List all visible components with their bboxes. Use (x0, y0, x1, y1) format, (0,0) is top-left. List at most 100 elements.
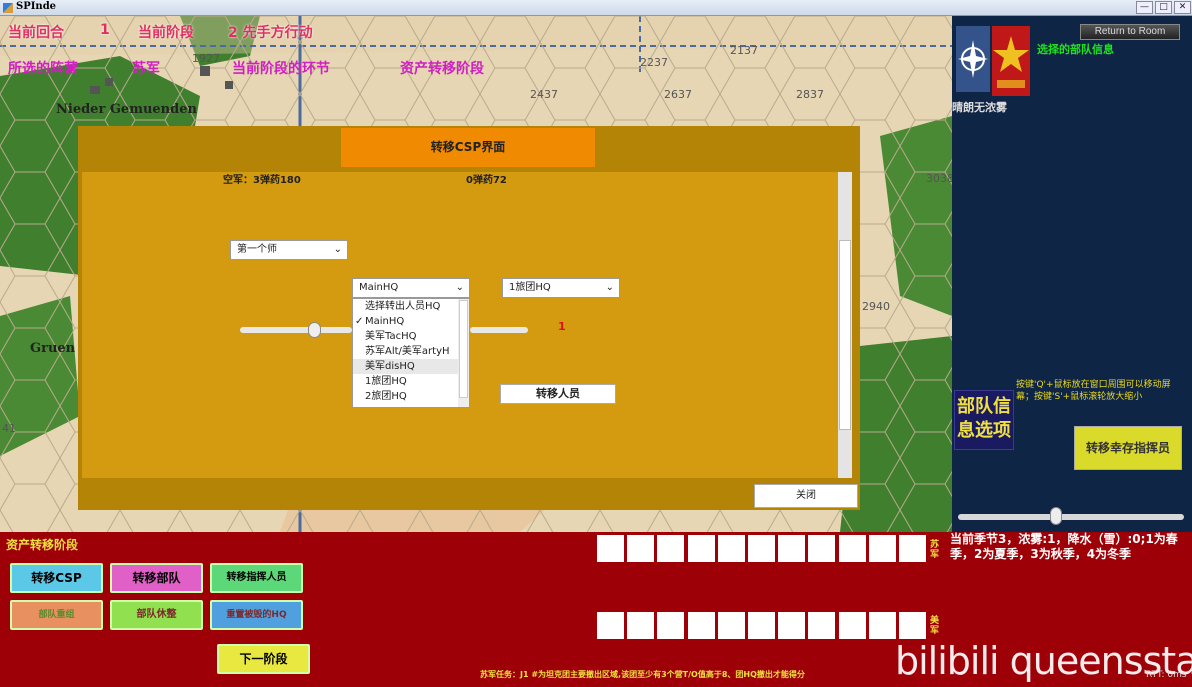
unit-slot[interactable] (838, 535, 866, 562)
csp-slider-track[interactable] (240, 327, 352, 333)
place-label: Nieder Gemuenden (56, 102, 197, 117)
hex-number: 41 (2, 422, 16, 435)
dialog-title: 转移CSP界面 (341, 128, 595, 167)
mission-info: 苏军任务：J1 #为坦克团主要撤出区域,该团至少有3个营T/O值高于8、团HQ撤… (480, 670, 805, 679)
unit-slot[interactable] (778, 535, 806, 562)
chevron-down-icon: ⌄ (455, 282, 464, 293)
current-phase-label: 当前阶段 (138, 25, 194, 41)
current-step-value: 资产转移阶段 (400, 61, 484, 77)
next-phase-button[interactable]: 下一阶段 (217, 644, 310, 674)
reset-destroyed-hq-button[interactable]: 重置被毁的HQ (210, 600, 303, 630)
unit-slot[interactable] (627, 612, 655, 639)
transfer-commander-button[interactable]: 转移幸存指挥员 (1074, 426, 1182, 470)
controls-hint: 按键'Q'+鼠标放在窗口周围可以移动屏幕；按键'S'+鼠标滚轮放大缩小 (1016, 380, 1171, 402)
unit-slot[interactable] (838, 612, 866, 639)
selected-side-label: 所选的阵营 (8, 61, 78, 77)
season-info: 当前季节3，浓雾:1，降水（雪）:0;1为春季，2为夏季，3为秋季，4为冬季 (950, 532, 1178, 561)
unit-options-button[interactable]: 部队信息选项 (954, 390, 1014, 450)
zoom-slider-track[interactable] (958, 514, 1184, 520)
us-side-label: 美军 (930, 616, 940, 636)
window-titlebar: SPInde — □ ✕ (0, 0, 1192, 16)
soviet-side-label: 苏军 (930, 540, 940, 560)
hex-number: 3038 (926, 172, 952, 185)
unit-slot[interactable] (717, 612, 745, 639)
hex-number: 2137 (730, 44, 758, 57)
hex-number: 2437 (530, 88, 558, 101)
transfer-commanders-button[interactable]: 转移指挥人员 (210, 563, 303, 593)
hex-number: 1927 (192, 52, 220, 65)
transfer-csp-dialog: 转移CSP界面 空军：3弹药180 0弹药72 第一个师 ⌄ MainHQ ⌄ … (78, 126, 860, 510)
unit-slot[interactable] (597, 535, 624, 562)
transfer-personnel-button[interactable]: 转移人员 (500, 384, 616, 404)
dropdown-option-selected[interactable]: MainHQ (353, 314, 469, 329)
weather-status: 晴朗无浓雾 (952, 101, 1007, 114)
dropdown-option[interactable]: 1旅团HQ (353, 374, 469, 389)
hex-number: 2237 (640, 56, 668, 69)
dropdown-option[interactable]: 美军TacHQ (353, 329, 469, 344)
dropdown-option[interactable]: 美军disHQ (353, 359, 469, 374)
unit-slot[interactable] (657, 612, 685, 639)
hex-number: 2940 (862, 300, 890, 313)
unit-slot[interactable] (778, 612, 806, 639)
place-label: Gruen (30, 341, 76, 356)
transfer-csp-button[interactable]: 转移CSP (10, 563, 103, 593)
close-dialog-button[interactable]: 关闭 (754, 484, 858, 508)
window-title: SPInde (16, 1, 57, 12)
unit-slot[interactable] (808, 612, 836, 639)
dropdown-scrollbar[interactable] (458, 299, 469, 407)
csp-slider-handle[interactable] (308, 322, 321, 338)
warsaw-pact-star-icon (992, 26, 1030, 96)
nato-emblem-icon (956, 26, 990, 92)
source-hq-dropdown[interactable]: MainHQ ⌄ (352, 278, 470, 298)
target-hq-dropdown-value: 1旅团HQ (509, 282, 551, 293)
dropdown-option[interactable]: 2旅团HQ (353, 389, 469, 404)
csp-slider-value: 1 (558, 320, 566, 333)
current-turn-value: 1 (100, 22, 110, 38)
phase-label: 资产转移阶段 (6, 538, 79, 552)
current-step-label: 当前阶段的环节 (232, 61, 330, 77)
dropdown-option[interactable]: 选择转出人员HQ (353, 299, 469, 314)
csp-slider-track-right[interactable] (470, 327, 528, 333)
division-dropdown[interactable]: 第一个师 ⌄ (230, 240, 348, 260)
dialog-scroll-thumb[interactable] (839, 240, 851, 430)
target-hq-dropdown[interactable]: 1旅团HQ ⌄ (502, 278, 620, 298)
unit-slot[interactable] (748, 612, 775, 639)
dialog-scrollbar[interactable] (838, 172, 852, 478)
zoom-slider-handle[interactable] (1050, 507, 1063, 525)
unit-slot[interactable] (748, 535, 775, 562)
reorganize-units-button[interactable]: 部队重组 (10, 600, 103, 630)
unit-slot[interactable] (868, 535, 896, 562)
hex-number: 2637 (664, 88, 692, 101)
unit-slot[interactable] (717, 535, 745, 562)
unit-slot[interactable] (597, 612, 624, 639)
unit-slot[interactable] (808, 535, 836, 562)
unit-slot[interactable] (899, 535, 926, 562)
air-force-label: 空军：3弹药180 (223, 175, 301, 186)
rest-units-button[interactable]: 部队休整 (110, 600, 203, 630)
dropdown-scroll-thumb[interactable] (459, 300, 468, 398)
unit-slot[interactable] (627, 535, 655, 562)
minimize-button[interactable]: — (1136, 1, 1153, 14)
bottom-control-bar: 资产转移阶段 转移CSP 转移部队 转移指挥人员 部队重组 部队休整 重置被毁的… (0, 532, 1192, 687)
unit-info-title: 选择的部队信息 (1037, 43, 1114, 56)
chevron-down-icon: ⌄ (333, 244, 342, 255)
transfer-units-button[interactable]: 转移部队 (110, 563, 203, 593)
app-icon (3, 3, 13, 13)
dropdown-option[interactable]: 苏军Alt/美军artyH (353, 344, 469, 359)
unit-slot[interactable] (687, 535, 715, 562)
current-phase-value: 2 先手方行动 (228, 25, 313, 41)
unit-slot[interactable] (899, 612, 926, 639)
maximize-button[interactable]: □ (1155, 1, 1172, 14)
chevron-down-icon: ⌄ (605, 282, 614, 293)
hex-number: 2837 (796, 88, 824, 101)
source-hq-dropdown-value: MainHQ (359, 282, 399, 293)
unit-slot[interactable] (687, 612, 715, 639)
return-to-room-button[interactable]: Return to Room (1080, 24, 1180, 40)
right-info-panel: Return to Room 选择的部队信息 晴朗无浓雾 按键'Q'+鼠标放在窗… (952, 16, 1192, 532)
close-window-button[interactable]: ✕ (1174, 1, 1191, 14)
unit-slot[interactable] (657, 535, 685, 562)
source-hq-options-list[interactable]: 选择转出人员HQ MainHQ 美军TacHQ 苏军Alt/美军artyH 美军… (352, 298, 470, 408)
current-turn-label: 当前回合 (8, 25, 64, 41)
unit-slot[interactable] (868, 612, 896, 639)
selected-side-value: 苏军 (132, 61, 160, 77)
